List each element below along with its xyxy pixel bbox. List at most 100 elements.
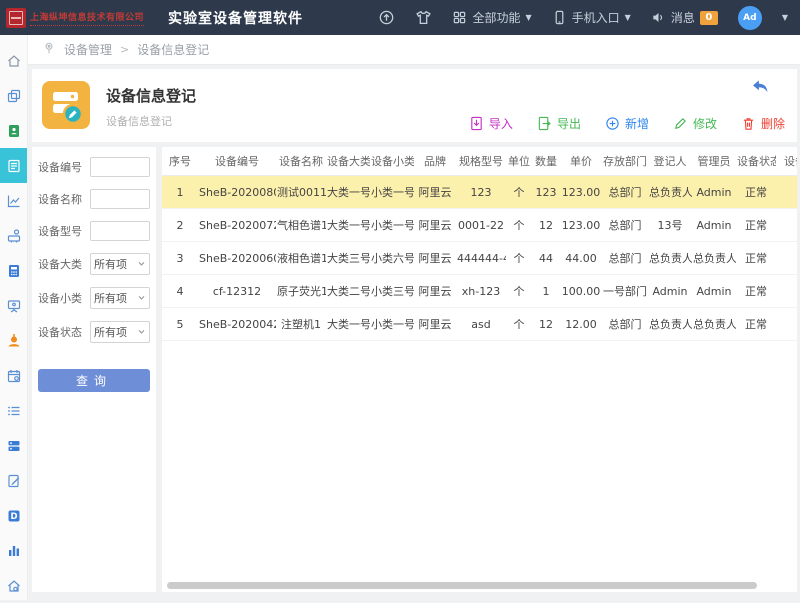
column-header: 数量 bbox=[532, 147, 560, 176]
table-cell: Admin bbox=[692, 209, 736, 242]
breadcrumb-item[interactable]: 设备管理 bbox=[64, 41, 112, 58]
table-cell: 普 bbox=[776, 242, 797, 275]
messages-menu[interactable]: 消息 0 bbox=[651, 9, 718, 26]
table-cell: SheB-20200424001 bbox=[198, 308, 276, 341]
delete-button[interactable]: 删除 bbox=[741, 115, 785, 132]
sidebar-item-personnel-book[interactable] bbox=[0, 113, 27, 148]
table-cell: 原子荧光1 bbox=[276, 275, 326, 308]
document-edit-icon bbox=[6, 473, 22, 489]
theme-shirt-icon[interactable] bbox=[415, 9, 432, 26]
column-header: 管理员 bbox=[692, 147, 736, 176]
page-header-card: 设备信息登记 设备信息登记 导入导出新增修改删除 bbox=[32, 69, 797, 142]
table-cell: 大类二号 bbox=[326, 275, 370, 308]
sidebar-item-user-workstation[interactable] bbox=[0, 218, 27, 253]
chart-line-icon bbox=[6, 193, 22, 209]
table-cell: 123.00 bbox=[560, 209, 602, 242]
sidebar-item-instrument[interactable] bbox=[0, 323, 27, 358]
delete-icon bbox=[741, 116, 756, 131]
table-cell: 44.00 bbox=[560, 242, 602, 275]
device-model-input[interactable] bbox=[90, 221, 150, 241]
table-cell: 普 bbox=[776, 275, 797, 308]
chevron-down-icon bbox=[137, 258, 146, 271]
device-subcategory-select[interactable]: 所有项 bbox=[90, 287, 150, 309]
list-icon bbox=[6, 403, 22, 419]
import-button-label: 导入 bbox=[489, 115, 513, 132]
table-row[interactable]: 2SheB-20200720002气相色谱1大类一号小类一号阿里云0001-22… bbox=[162, 209, 797, 242]
sidebar-item-calculator[interactable] bbox=[0, 253, 27, 288]
table-cell: 总负责人2 bbox=[648, 176, 692, 209]
device-category-select[interactable]: 所有项 bbox=[90, 253, 150, 275]
sidebar-item-statistics[interactable] bbox=[0, 183, 27, 218]
add-button[interactable]: 新增 bbox=[605, 115, 649, 132]
back-arrow-icon[interactable] bbox=[751, 77, 769, 99]
user-menu-caret-icon[interactable]: ▼ bbox=[782, 13, 788, 22]
sidebar-item-document-edit[interactable] bbox=[0, 463, 27, 498]
sidebar-item-list[interactable] bbox=[0, 393, 27, 428]
column-header: 序号 bbox=[162, 147, 198, 176]
column-header: 存放部门 bbox=[602, 147, 648, 176]
table-cell: 阿里云 bbox=[414, 242, 456, 275]
import-icon bbox=[469, 116, 484, 131]
sidebar-item-calendar[interactable] bbox=[0, 358, 27, 393]
table-cell: 小类六号 bbox=[370, 242, 414, 275]
sidebar-item-home[interactable] bbox=[0, 43, 27, 78]
caret-down-icon: ▼ bbox=[526, 13, 532, 22]
calendar-gear-icon bbox=[6, 368, 22, 384]
export-button[interactable]: 导出 bbox=[537, 115, 581, 132]
table-row[interactable]: 3SheB-20200602002液相色谱1大类三号小类六号阿里云444444-… bbox=[162, 242, 797, 275]
table-cell: 123.00 bbox=[560, 176, 602, 209]
import-button[interactable]: 导入 bbox=[469, 115, 513, 132]
table-toolbar: 导入 导出 新增 修改 删除 bbox=[469, 115, 785, 132]
sidebar-item-home-ring[interactable] bbox=[0, 568, 27, 603]
sidebar-item-d-calendar[interactable]: D bbox=[0, 498, 27, 533]
phone-icon bbox=[552, 10, 567, 25]
column-header: 设备名称 bbox=[276, 147, 326, 176]
table-cell: 总部门 bbox=[602, 176, 648, 209]
book-user-icon bbox=[6, 123, 22, 139]
sidebar-item-presentation[interactable] bbox=[0, 288, 27, 323]
table-row[interactable]: 5SheB-20200424001注塑机1大类一号小类一号阿里云asd个1212… bbox=[162, 308, 797, 341]
table-cell: Admin bbox=[692, 275, 736, 308]
edit-button[interactable]: 修改 bbox=[673, 115, 717, 132]
mobile-entry-menu[interactable]: 手机入口 ▼ bbox=[552, 9, 631, 26]
filter-row-device-no: 设备编号 bbox=[38, 157, 150, 177]
sidebar-item-copy[interactable] bbox=[0, 78, 27, 113]
device-no-input[interactable] bbox=[90, 157, 150, 177]
table-cell: 一号部门 bbox=[602, 275, 648, 308]
table-cell: 液相色谱1 bbox=[276, 242, 326, 275]
cloud-upload-icon[interactable] bbox=[378, 9, 395, 26]
company-name: 上海纵坤信息技术有限公司 bbox=[30, 10, 144, 26]
message-count-badge: 0 bbox=[700, 11, 718, 25]
table-cell: 实 bbox=[776, 308, 797, 341]
table-cell: 2 bbox=[162, 209, 198, 242]
filter-row-device-model: 设备型号 bbox=[38, 221, 150, 241]
location-pin-icon bbox=[42, 41, 56, 58]
table-cell: 普 bbox=[776, 209, 797, 242]
query-button[interactable]: 查询 bbox=[38, 369, 150, 392]
column-header: 设备编号 bbox=[198, 147, 276, 176]
user-avatar[interactable]: Ad bbox=[738, 6, 762, 30]
sidebar: D bbox=[0, 35, 28, 600]
breadcrumb-item-current: 设备信息登记 bbox=[137, 41, 209, 58]
table-row[interactable]: 1SheB-20200806001测试0011大类一号小类一号阿里云123个12… bbox=[162, 176, 797, 209]
grid-icon bbox=[452, 10, 467, 25]
table-cell: asd bbox=[456, 308, 506, 341]
filter-row-device-name: 设备名称 bbox=[38, 189, 150, 209]
delete-button-label: 删除 bbox=[761, 115, 785, 132]
table-cell: 总部门 bbox=[602, 308, 648, 341]
all-functions-menu[interactable]: 全部功能 ▼ bbox=[452, 9, 531, 26]
device-status-select[interactable]: 所有项 bbox=[90, 321, 150, 343]
sidebar-item-device-register[interactable] bbox=[0, 148, 27, 183]
sidebar-item-bar-chart[interactable] bbox=[0, 533, 27, 568]
chevron-down-icon bbox=[137, 326, 146, 339]
table-cell: 个 bbox=[506, 209, 532, 242]
horizontal-scrollbar-thumb[interactable] bbox=[167, 582, 757, 589]
device-name-input[interactable] bbox=[90, 189, 150, 209]
filter-label: 设备名称 bbox=[38, 191, 86, 207]
sidebar-item-server[interactable] bbox=[0, 428, 27, 463]
table-row[interactable]: 4cf-12312原子荧光1大类二号小类三号阿里云xh-123个1100.00一… bbox=[162, 275, 797, 308]
table-cell: 总负责人2 bbox=[648, 308, 692, 341]
table-cell: 阿里云 bbox=[414, 176, 456, 209]
breadcrumb-separator: > bbox=[120, 43, 129, 56]
table-cell: 小类一号 bbox=[370, 176, 414, 209]
